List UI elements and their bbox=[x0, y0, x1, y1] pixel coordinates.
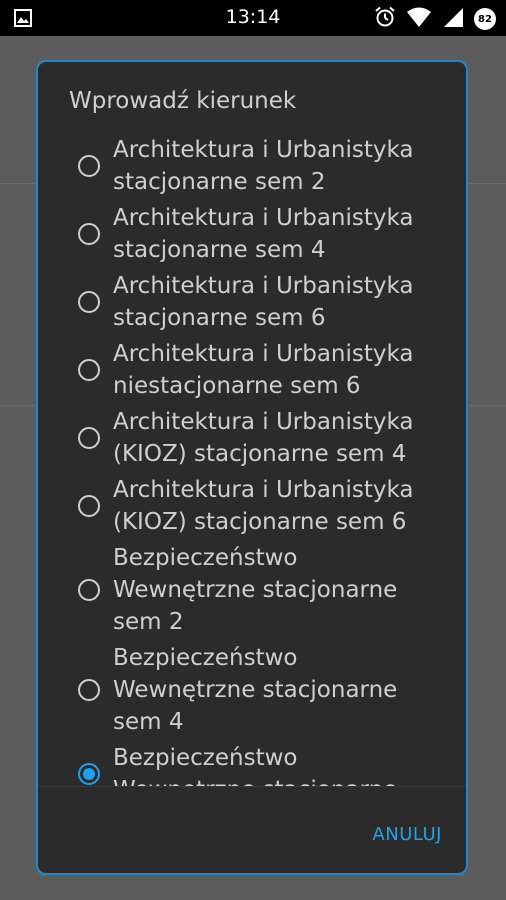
radio-unchecked-icon[interactable] bbox=[78, 359, 100, 381]
radio-option[interactable]: Architektura i Urbanistyka niestacjonarn… bbox=[38, 338, 466, 402]
radio-unchecked-icon[interactable] bbox=[78, 579, 100, 601]
radio-unchecked-icon[interactable] bbox=[78, 291, 100, 313]
wifi-icon bbox=[406, 6, 432, 32]
alarm-icon bbox=[374, 6, 396, 32]
option-label: Architektura i Urbanistyka stacjonarne s… bbox=[113, 205, 414, 263]
choose-direction-dialog: Wprowadź kierunek Architektura i Urbanis… bbox=[36, 60, 468, 875]
radio-option[interactable]: Architektura i Urbanistyka stacjonarne s… bbox=[38, 202, 466, 266]
status-bar: 13:14 82 bbox=[0, 0, 506, 36]
option-label: Bezpieczeństwo Wewnętrzne stacjonarne se… bbox=[113, 645, 398, 735]
radio-unchecked-icon[interactable] bbox=[78, 155, 100, 177]
radio-option[interactable]: Architektura i Urbanistyka (KIOZ) stacjo… bbox=[38, 406, 466, 470]
radio-unchecked-icon[interactable] bbox=[78, 427, 100, 449]
battery-icon: 82 bbox=[474, 8, 496, 30]
option-label: Architektura i Urbanistyka (KIOZ) stacjo… bbox=[113, 477, 414, 535]
option-label: Bezpieczeństwo Wewnętrzne stacjonarne bbox=[113, 745, 397, 786]
option-label: Architektura i Urbanistyka stacjonarne s… bbox=[113, 273, 414, 331]
option-label: Bezpieczeństwo Wewnętrzne stacjonarne se… bbox=[113, 545, 398, 635]
radio-option[interactable]: Bezpieczeństwo Wewnętrzne stacjonarne se… bbox=[38, 642, 466, 738]
options-list[interactable]: Architektura i Urbanistyka stacjonarne s… bbox=[38, 134, 466, 786]
divider bbox=[38, 786, 466, 787]
radio-unchecked-icon[interactable] bbox=[78, 679, 100, 701]
radio-option[interactable]: Architektura i Urbanistyka stacjonarne s… bbox=[38, 134, 466, 198]
radio-unchecked-icon[interactable] bbox=[78, 495, 100, 517]
option-label: Architektura i Urbanistyka niestacjonarn… bbox=[113, 341, 414, 399]
signal-icon bbox=[442, 6, 464, 32]
radio-option[interactable]: Architektura i Urbanistyka (KIOZ) stacjo… bbox=[38, 474, 466, 538]
dialog-title: Wprowadź kierunek bbox=[69, 88, 297, 114]
option-label: Architektura i Urbanistyka (KIOZ) stacjo… bbox=[113, 409, 414, 467]
radio-checked-icon[interactable] bbox=[78, 763, 100, 785]
option-label: Architektura i Urbanistyka stacjonarne s… bbox=[113, 137, 414, 195]
radio-unchecked-icon[interactable] bbox=[78, 223, 100, 245]
cancel-button[interactable]: ANULUJ bbox=[372, 824, 442, 845]
radio-option[interactable]: Architektura i Urbanistyka stacjonarne s… bbox=[38, 270, 466, 334]
radio-option[interactable]: Bezpieczeństwo Wewnętrzne stacjonarne bbox=[38, 742, 466, 786]
radio-option[interactable]: Bezpieczeństwo Wewnętrzne stacjonarne se… bbox=[38, 542, 466, 638]
